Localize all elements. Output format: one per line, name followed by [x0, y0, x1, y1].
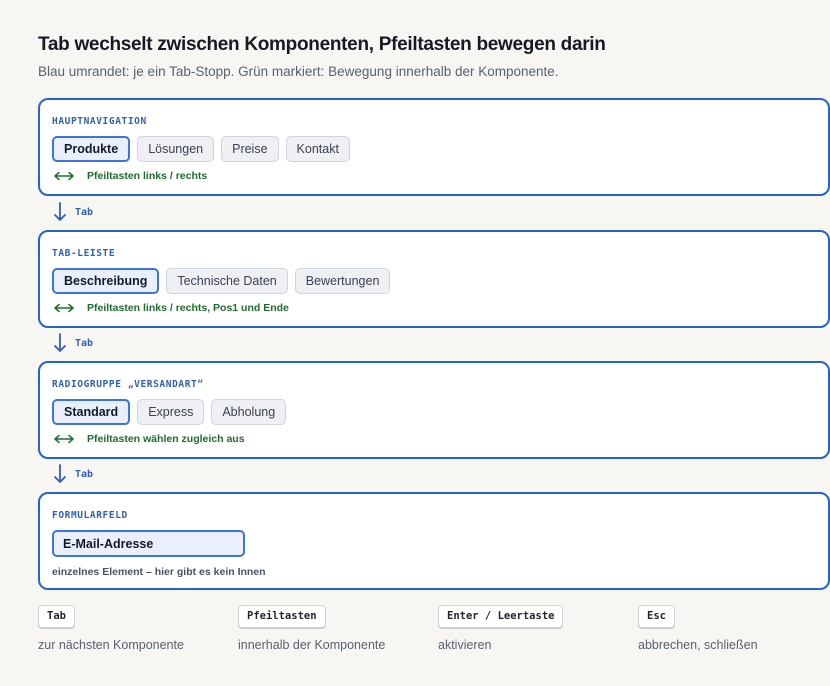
- tab-connector-label: Tab: [75, 337, 94, 349]
- left-right-arrow-icon: [54, 434, 74, 444]
- arrow-hint: Pfeiltasten links / rechts, Pos1 und End…: [54, 302, 289, 314]
- arrow-hint-text: Pfeiltasten links / rechts: [87, 170, 208, 182]
- page-subtitle: Blau umrandet: je ein Tab-Stopp. Grün ma…: [38, 64, 559, 79]
- panel-label: RADIOGRUPPE „VERSANDART“: [52, 379, 204, 390]
- tab-connector: Tab: [53, 202, 93, 222]
- legend-description: abbrechen, schließen: [638, 638, 758, 652]
- panel-label: HAUPTNAVIGATION: [52, 116, 147, 127]
- nav-item-preise[interactable]: Preise: [221, 136, 279, 162]
- nav-button-row: Produkte Lösungen Preise Kontakt: [52, 136, 350, 162]
- panel-main-navigation: HAUPTNAVIGATION Produkte Lösungen Preise…: [38, 98, 830, 196]
- left-right-arrow-icon: [54, 303, 74, 313]
- radio-abholung[interactable]: Abholung: [211, 399, 287, 425]
- page-title: Tab wechselt zwischen Komponenten, Pfeil…: [38, 34, 606, 55]
- legend-description: innerhalb der Komponente: [238, 638, 386, 652]
- panel-form-field: FORMULARFELD E-Mail-Adresse einzelnes El…: [38, 492, 830, 590]
- panel-label: FORMULARFELD: [52, 510, 128, 521]
- nav-item-loesungen[interactable]: Lösungen: [137, 136, 215, 162]
- key-arrow-keys: Pfeiltasten: [238, 605, 326, 628]
- arrow-hint-text: Pfeiltasten wählen zugleich aus: [87, 433, 245, 445]
- email-field[interactable]: E-Mail-Adresse: [52, 530, 245, 557]
- legend-item-enter-space: Enter / Leertaste aktivieren: [438, 605, 564, 652]
- arrow-hint: Pfeiltasten links / rechts: [54, 170, 207, 182]
- key-enter-space: Enter / Leertaste: [438, 605, 564, 628]
- legend-item-esc: Esc abbrechen, schließen: [638, 605, 758, 652]
- left-right-arrow-icon: [54, 171, 74, 181]
- legend-description: zur nächsten Komponente: [38, 638, 184, 652]
- radio-standard[interactable]: Standard: [52, 399, 131, 425]
- nav-item-produkte[interactable]: Produkte: [52, 136, 131, 162]
- arrow-down-icon: [54, 333, 66, 352]
- arrow-hint-text: Pfeiltasten links / rechts, Pos1 und End…: [87, 302, 289, 314]
- arrow-down-icon: [54, 464, 66, 483]
- panel-tab-bar: TAB-LEISTE Beschreibung Technische Daten…: [38, 230, 830, 328]
- tab-button-row: Beschreibung Technische Daten Bewertunge…: [52, 268, 391, 294]
- radio-button-row: Standard Express Abholung: [52, 399, 287, 425]
- key-tab: Tab: [38, 605, 75, 628]
- tab-technische-daten[interactable]: Technische Daten: [166, 268, 288, 294]
- tab-connector-label: Tab: [75, 206, 94, 218]
- tab-beschreibung[interactable]: Beschreibung: [52, 268, 160, 294]
- arrow-down-icon: [54, 202, 66, 221]
- tab-connector: Tab: [53, 333, 93, 353]
- tab-connector-label: Tab: [75, 468, 94, 480]
- nav-item-kontakt[interactable]: Kontakt: [285, 136, 350, 162]
- panel-label: TAB-LEISTE: [52, 248, 116, 259]
- arrow-hint: Pfeiltasten wählen zugleich aus: [54, 433, 245, 445]
- legend-item-tab: Tab zur nächsten Komponente: [38, 605, 184, 652]
- tab-bewertungen[interactable]: Bewertungen: [294, 268, 391, 294]
- tab-connector: Tab: [53, 464, 93, 484]
- panel-radio-group: RADIOGRUPPE „VERSANDART“ Standard Expres…: [38, 361, 830, 459]
- key-esc: Esc: [638, 605, 675, 628]
- legend-item-arrow-keys: Pfeiltasten innerhalb der Komponente: [238, 605, 385, 652]
- legend-description: aktivieren: [438, 638, 492, 652]
- radio-express[interactable]: Express: [137, 399, 205, 425]
- form-field-note: einzelnes Element – hier gibt es kein In…: [52, 566, 266, 578]
